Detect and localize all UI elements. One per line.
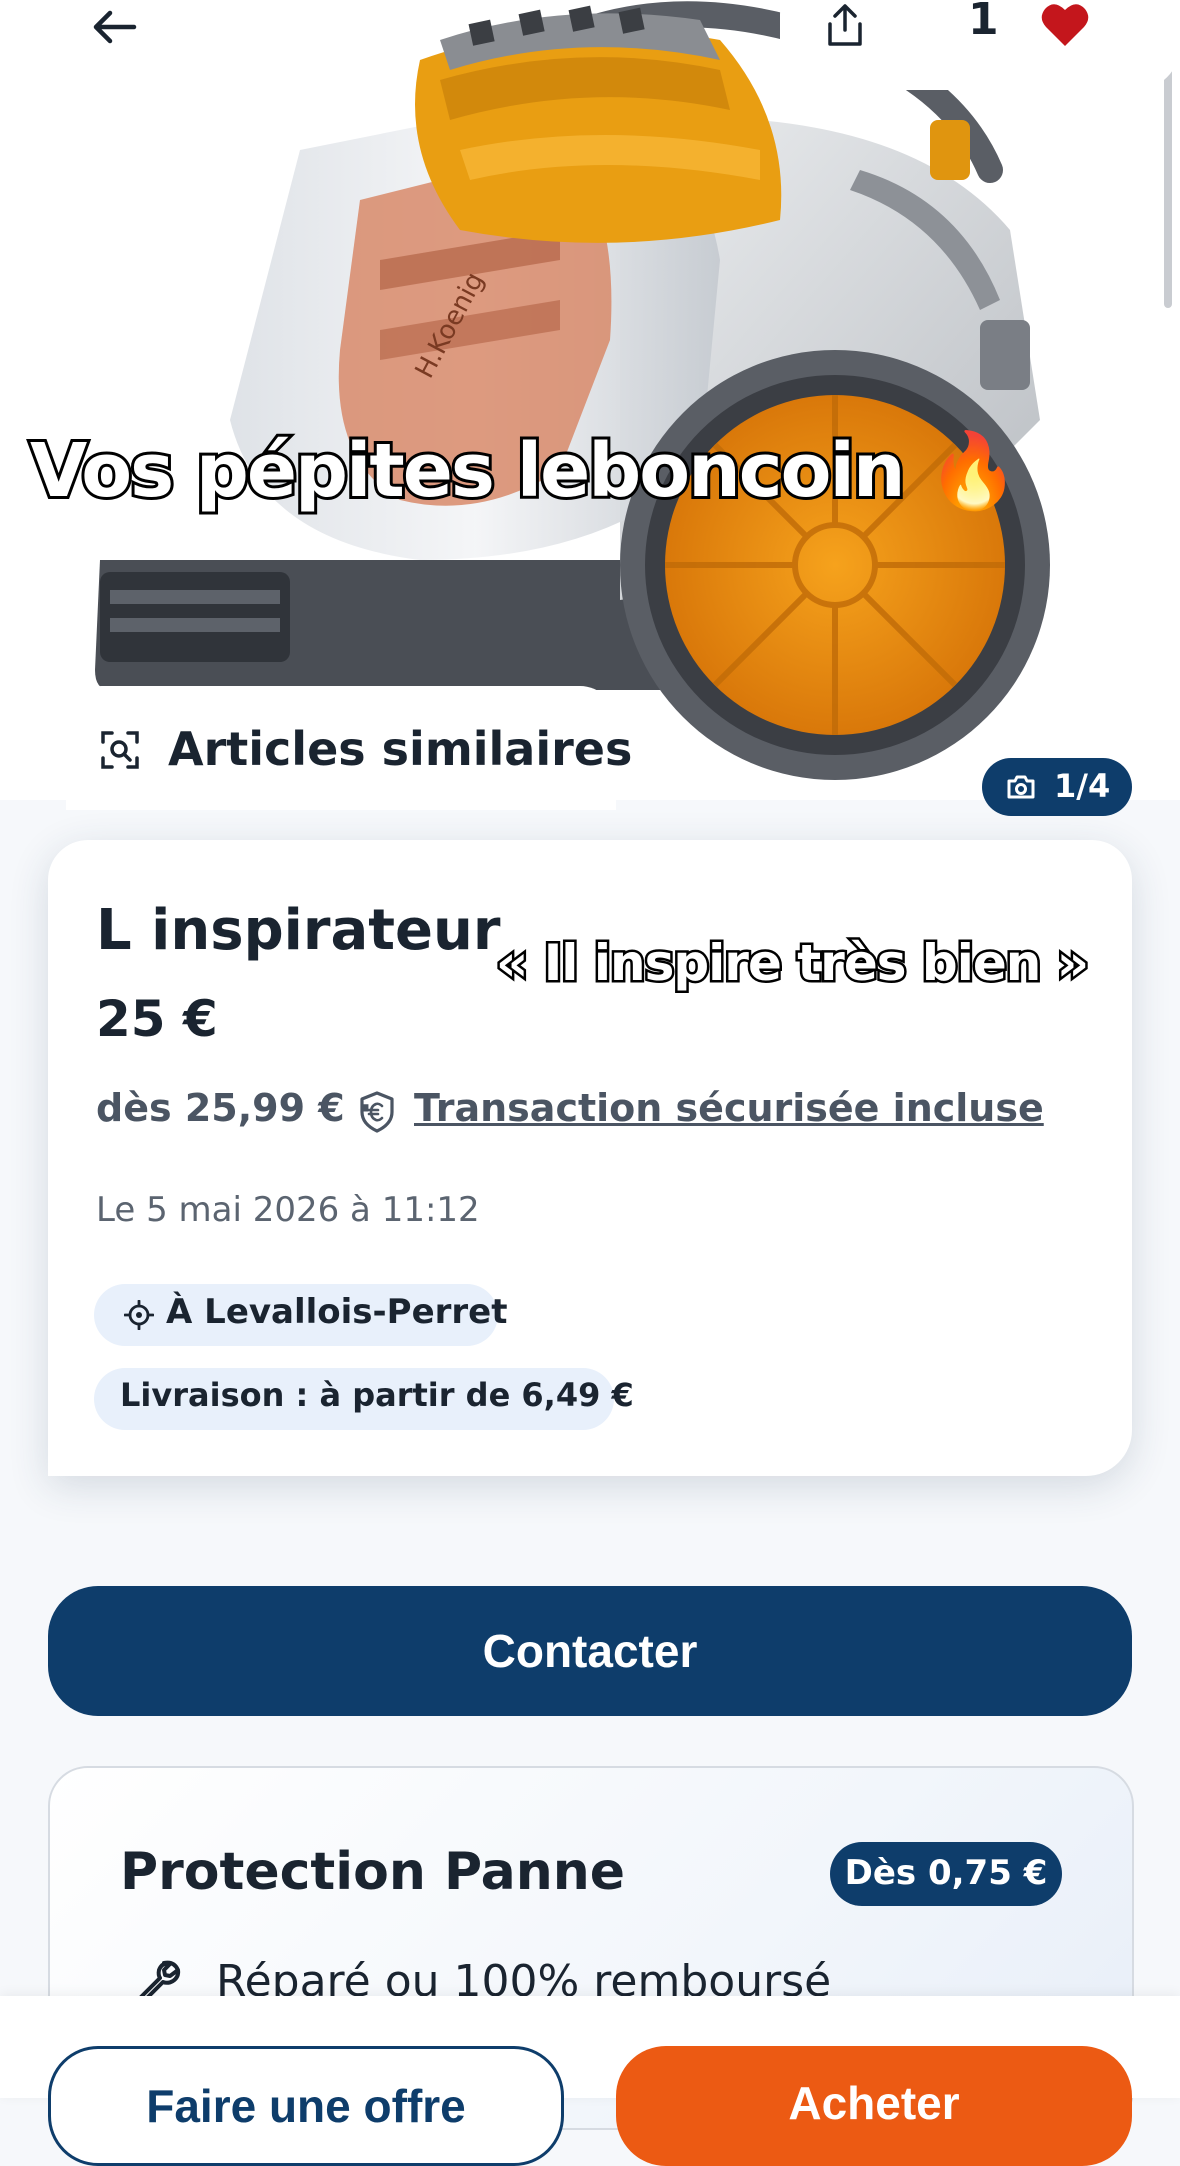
back-arrow-icon[interactable] xyxy=(88,4,140,50)
similar-items-label[interactable]: Articles similaires xyxy=(168,722,632,776)
delivery-label: Livraison : à partir de 6,49 € xyxy=(120,1376,634,1414)
image-search-icon xyxy=(100,730,140,770)
photo-counter: 1/4 xyxy=(1054,767,1111,805)
vacuum-cleaner-photo: H.Koenig xyxy=(95,1,1050,780)
heart-icon[interactable] xyxy=(1040,0,1090,48)
secure-transaction-link[interactable]: Transaction sécurisée incluse xyxy=(414,1086,1044,1130)
target-icon xyxy=(123,1299,155,1331)
listing-title: L inspirateur xyxy=(96,898,501,963)
favorites-count: 1 xyxy=(968,0,999,45)
price-with-fees: dès 25,99 € · xyxy=(96,1086,372,1130)
protection-price-badge: Dès 0,75 € xyxy=(830,1842,1062,1906)
photo-counter-badge: 1/4 xyxy=(982,758,1132,816)
listing-date: Le 5 mai 2026 à 11:12 xyxy=(96,1190,480,1230)
euro-shield-icon xyxy=(358,1090,396,1134)
contact-button[interactable]: Contacter xyxy=(48,1586,1132,1716)
fire-emoji-icon: 🔥 xyxy=(927,428,1019,514)
buy-label: Acheter xyxy=(788,2077,960,2129)
share-icon[interactable] xyxy=(820,0,870,50)
listing-price: 25 € xyxy=(96,990,218,1048)
make-offer-button[interactable]: Faire une offre xyxy=(48,2046,564,2166)
video-overlay-quote: « Il inspire très bien » xyxy=(493,932,1091,995)
product-image[interactable]: H.Koenig xyxy=(0,0,1180,800)
camera-icon xyxy=(1007,775,1035,799)
price-from: dès 25,99 € · xyxy=(96,1086,373,1130)
make-offer-label: Faire une offre xyxy=(146,2080,466,2132)
overlay-title-text: Vos pépites leboncoin xyxy=(27,425,909,517)
buy-button[interactable]: Acheter xyxy=(616,2046,1132,2166)
protection-title: Protection Panne xyxy=(120,1842,626,1902)
location-label[interactable]: À Levallois-Perret xyxy=(166,1292,507,1332)
protection-price: Dès 0,75 € xyxy=(844,1853,1048,1893)
video-overlay-caption: Vos pépites leboncoin 🔥 xyxy=(27,425,1019,517)
contact-button-label: Contacter xyxy=(482,1625,698,1677)
